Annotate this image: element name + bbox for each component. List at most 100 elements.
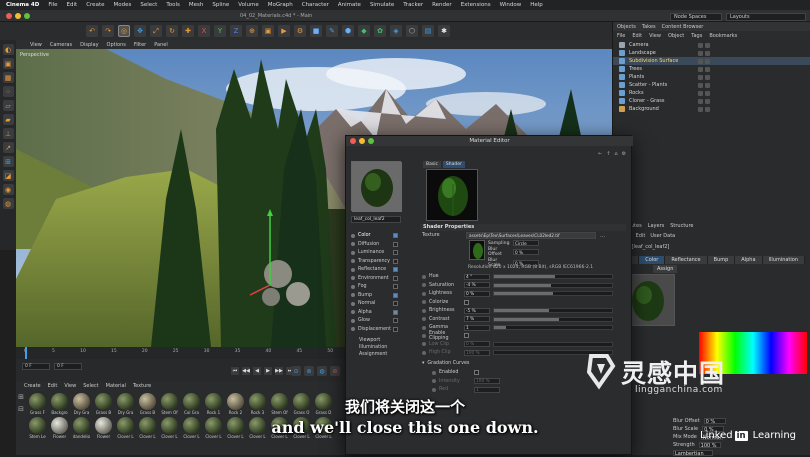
material-manager-menu-texture[interactable]: Texture [133,383,151,389]
object-row[interactable]: Rocks [613,89,810,97]
object-row[interactable]: Camera [613,41,810,49]
menu-item-create[interactable]: Create [86,2,104,8]
channel-item-fog[interactable]: Fog [351,283,401,291]
param-slider[interactable] [493,274,613,280]
param-animate-icon[interactable] [422,342,426,347]
recent-tools-icon[interactable]: ✚ [182,25,194,37]
menu-item-file[interactable]: File [48,2,57,8]
param-slider[interactable] [493,308,613,314]
channel-checkbox[interactable] [393,250,398,255]
auto-keyframe-icon[interactable]: ⊚ [304,366,314,376]
objects-menu-bookmarks[interactable]: Bookmarks [709,33,737,39]
param-value-field[interactable]: 0 % [464,290,490,297]
render-settings-icon[interactable]: ⚙ [294,25,306,37]
param-animate-icon[interactable] [422,350,426,355]
objects-tab-0[interactable]: Objects [617,24,636,30]
viewport-menu-panel[interactable]: Panel [154,42,168,48]
channel-item-alpha[interactable]: Alpha [351,309,401,317]
param-animate-icon[interactable] [422,274,426,279]
rotate-icon[interactable]: ↻ [166,25,178,37]
app-menu-name[interactable]: Cinema 4D [6,2,39,8]
material-manager-menu-edit[interactable]: Edit [48,383,58,389]
channel-checkbox[interactable] [393,258,398,264]
menu-item-spline[interactable]: Spline [212,2,229,8]
axis-y-icon[interactable]: Y [214,25,226,37]
objects-menu-tags[interactable]: Tags [691,33,702,39]
visibility-render-icon[interactable] [705,106,710,112]
channel-item-color[interactable]: Color [351,232,401,240]
visibility-render-icon[interactable] [705,58,710,64]
menu-item-tracker[interactable]: Tracker [403,2,423,8]
param-value-field[interactable]: 100 % [464,349,490,356]
param-value-field[interactable]: -5 % [464,307,490,314]
channel-item-luminance[interactable]: Luminance [351,249,401,257]
visibility-editor-icon[interactable] [698,82,703,88]
channel-item-transparency[interactable]: Transparency [351,258,401,266]
menu-item-help[interactable]: Help [530,2,543,8]
menu-item-simulate[interactable]: Simulate [370,2,394,8]
workplane-icon[interactable]: ◪ [2,170,14,181]
camera-icon[interactable]: ▤ [422,25,434,37]
material-subtab-bump[interactable]: Bump [707,255,736,264]
points-mode-icon[interactable]: ⁘ [2,86,14,97]
model-mode-icon[interactable]: ▣ [2,58,14,69]
channel-item-reflectance[interactable]: Reflectance [351,266,401,274]
attributes-menu-item[interactable]: Edit [636,233,646,239]
menu-item-window[interactable]: Window [500,2,522,8]
channel-checkbox[interactable] [393,284,398,289]
curve-checkbox[interactable] [474,370,479,376]
object-row[interactable]: Background [613,105,810,113]
settings-icon[interactable]: ⚙ [622,151,626,157]
playhead[interactable] [25,347,27,359]
minimize-window-button[interactable] [15,13,21,19]
curve-animate-icon[interactable] [432,370,436,375]
param-animate-icon[interactable] [422,283,426,288]
material-manager-menu-create[interactable]: Create [24,383,41,389]
param-slider[interactable] [493,282,613,288]
render-picture-viewer-icon[interactable]: ▶ [278,25,290,37]
texture-browse-icon[interactable]: … [600,233,605,239]
channel-item-illumination[interactable]: Illumination [359,345,387,350]
menu-item-render[interactable]: Render [432,2,452,8]
channel-checkbox[interactable] [393,275,398,281]
object-row[interactable]: Scatter - Plants [613,81,810,89]
keyframe-selection-icon[interactable]: ◍ [317,366,327,376]
record-keyframe-icon[interactable]: ⊙ [291,366,301,376]
up-arrow-icon[interactable]: ↑ [606,151,610,157]
curve-value-field[interactable]: 100 % [474,378,500,385]
material-subtab-illumination[interactable]: Illumination [762,255,806,264]
param-slider[interactable] [493,316,613,322]
objects-tab-1[interactable]: Takes [642,24,656,30]
visibility-render-icon[interactable] [705,90,710,96]
object-row[interactable]: Trees [613,65,810,73]
move-icon[interactable]: ✥ [134,25,146,37]
param-checkbox[interactable] [464,299,469,305]
visibility-editor-icon[interactable] [698,74,703,80]
channel-item-bump[interactable]: Bump [351,292,401,300]
param-value-field[interactable]: 1 [464,324,490,331]
lock-icon[interactable]: ⌂ [614,151,617,157]
menu-item-character[interactable]: Character [302,2,329,8]
gradation-toggle-icon[interactable]: ▾ [422,361,424,366]
viewport-menu-options[interactable]: Options [107,42,126,48]
axis-x-icon[interactable]: X [198,25,210,37]
sampling-dropdown[interactable]: Circle [513,240,539,246]
coordinate-system-icon[interactable]: ⊕ [246,25,258,37]
redo-icon[interactable]: ↷ [102,25,114,37]
undo-icon[interactable]: ↶ [86,25,98,37]
attr-strength-field[interactable]: 100 % [698,442,721,449]
menu-item-volume[interactable]: Volume [238,2,258,8]
channel-checkbox[interactable] [393,326,398,332]
scale-icon[interactable]: ⤢ [150,25,162,37]
live-selection-icon[interactable]: ◎ [118,25,130,37]
channel-checkbox[interactable] [393,318,398,323]
texture-path-field[interactable]: assets\Ep\Tex\Surfaces\Leaves\CL02led2.t… [466,232,596,239]
attr-model-dropdown[interactable]: Lambertian [673,450,713,457]
object-row[interactable]: Cloner - Grass [613,97,810,105]
attributes-tab-structure[interactable]: Structure [670,223,693,229]
go-to-start-icon[interactable]: ⏮ [231,367,239,375]
channel-checkbox[interactable] [393,233,398,238]
menu-item-extensions[interactable]: Extensions [461,2,491,8]
param-animate-icon[interactable] [422,325,426,330]
visibility-render-icon[interactable] [705,74,710,80]
